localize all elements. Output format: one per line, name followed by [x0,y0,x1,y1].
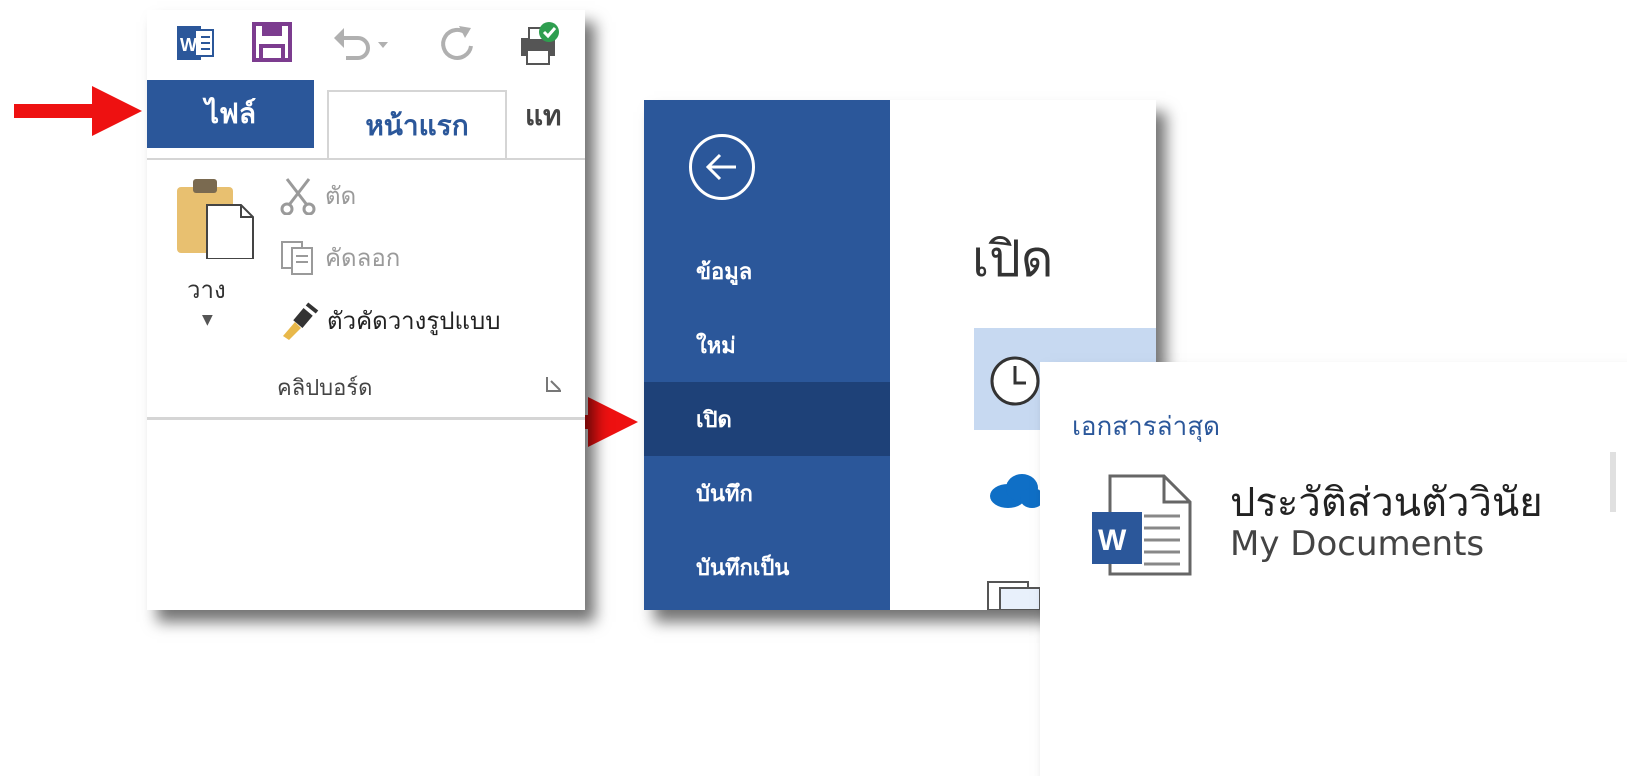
copy-icon [281,240,313,275]
ribbon-divider [147,417,585,420]
computer-icon[interactable] [986,580,1046,610]
word-document-icon: W [1092,474,1192,576]
word-logo-icon: W [177,26,214,60]
cut-label: ตัด [325,182,357,210]
svg-text:W: W [1098,524,1127,557]
document-path: My Documents [1230,524,1485,564]
paste-dropdown-icon[interactable]: ▼ [202,312,213,328]
nav-new[interactable]: ใหม่ [644,308,890,382]
recent-section-title: เอกสารล่าสุด [1072,412,1220,442]
copy-button[interactable]: คัดลอก [279,238,400,277]
tab-insert[interactable]: แท [525,94,562,138]
copy-label: คัดลอก [325,244,401,272]
redo-icon[interactable] [437,22,477,62]
recent-documents-panel: เอกสารล่าสุด W ประวัติส่วนตัววินัย My Do… [1040,362,1627,776]
page-title: เปิด [972,230,1054,288]
quick-access-toolbar: W [147,10,585,80]
clipboard-group-label: คลิปบอร์ด [277,376,373,401]
scrollbar[interactable] [1610,452,1616,512]
format-painter-button[interactable]: ตัวคัดวางรูปแบบ [279,300,500,340]
svg-text:W: W [180,35,197,55]
paste-button[interactable]: วาง [187,270,226,309]
format-painter-label: ตัวคัดวางรูปแบบ [327,306,501,335]
ribbon-panel: W ไฟล์ หน้าแรก แท วาง ▼ ตัด คัดลอก ตัวคั… [147,10,585,610]
nav-save[interactable]: บันทึก [644,456,890,530]
nav-info[interactable]: ข้อมูล [644,234,890,308]
dialog-launcher-icon[interactable] [545,375,563,393]
undo-icon[interactable] [332,24,392,62]
annotation-arrow-file [14,86,142,136]
nav-open[interactable]: เปิด [644,382,890,456]
format-painter-icon [283,302,319,340]
scissors-icon [280,177,316,215]
cut-button[interactable]: ตัด [279,176,356,215]
back-arrow-icon [705,153,736,181]
clock-icon [990,356,1040,406]
tab-file[interactable]: ไฟล์ [147,80,314,148]
back-button[interactable] [689,134,755,200]
ribbon-tabs: ไฟล์ หน้าแรก แท [147,80,585,160]
backstage-sidebar: ข้อมูล ใหม่ เปิด บันทึก บันทึกเป็น [644,100,890,610]
print-icon[interactable] [517,20,561,66]
save-icon[interactable] [252,22,292,62]
nav-save-as[interactable]: บันทึกเป็น [644,530,890,604]
onedrive-cloud-icon[interactable] [986,470,1046,510]
tab-home[interactable]: หน้าแรก [327,90,507,160]
paste-icon[interactable] [175,175,255,259]
